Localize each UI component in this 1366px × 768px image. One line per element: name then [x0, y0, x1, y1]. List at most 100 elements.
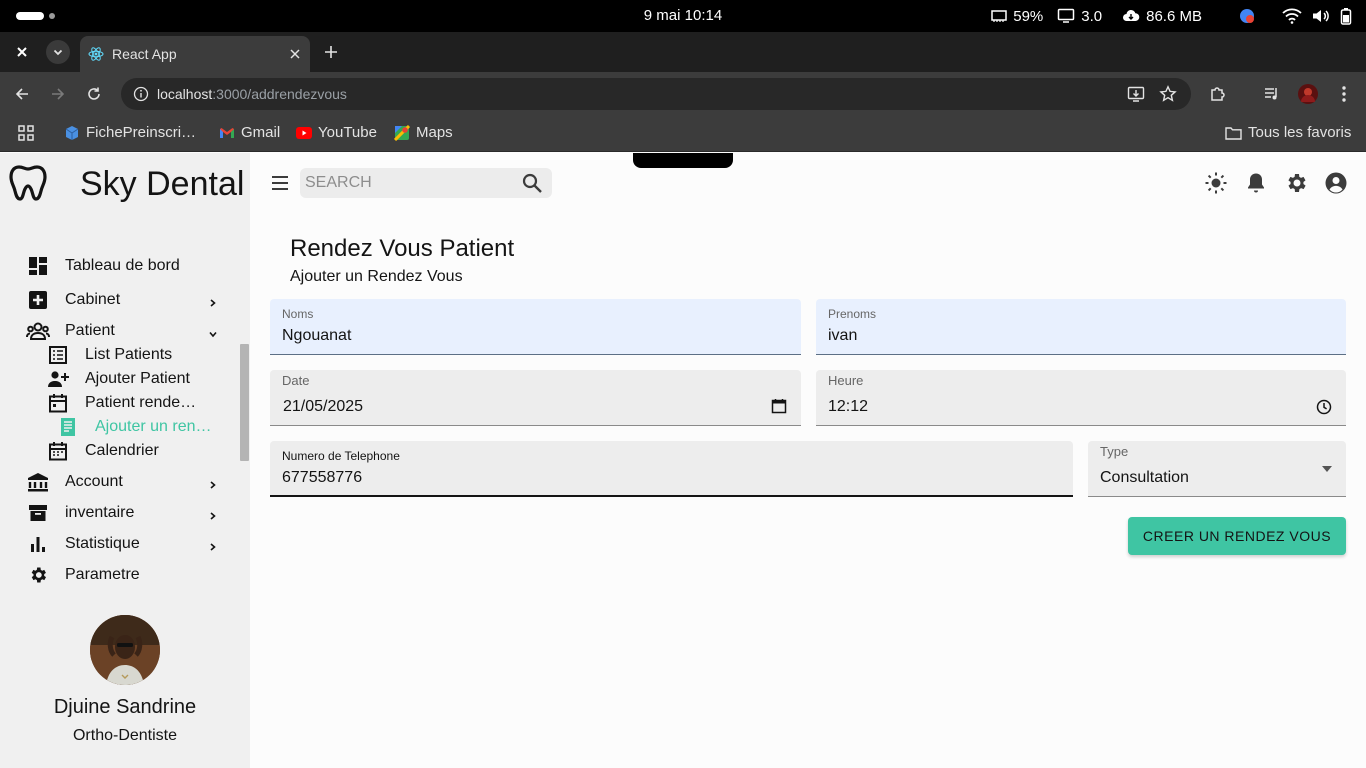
sidebar-item-label: Patient [65, 322, 115, 339]
user-avatar[interactable] [90, 615, 160, 685]
browser-toolbar: localhost:3000/addrendezvous [0, 72, 1366, 116]
clock-icon[interactable] [1316, 399, 1332, 415]
url-text[interactable]: localhost:3000/addrendezvous [157, 86, 347, 102]
install-app-icon[interactable] [1127, 85, 1145, 103]
apps-grid-icon[interactable] [18, 125, 34, 141]
monitor-icon [1058, 8, 1075, 23]
battery-percent: 59% [1013, 7, 1044, 25]
address-bar[interactable]: localhost:3000/addrendezvous [121, 78, 1191, 110]
all-bookmarks-folder[interactable]: Tous les favoris [1225, 124, 1351, 141]
list-icon [46, 343, 70, 367]
hamburger-menu-icon[interactable] [269, 172, 291, 194]
bank-icon [26, 470, 50, 494]
os-status-bar: 9 mai 10:14 59% 3.0 86.6 MB [0, 0, 1366, 32]
sidebar-item-patient-rdv[interactable]: Patient rende… [46, 391, 196, 415]
forward-icon[interactable] [46, 82, 70, 106]
extensions-icon[interactable] [1206, 82, 1230, 106]
heure-value[interactable]: 12:12 [828, 398, 868, 416]
gear-icon[interactable] [1284, 171, 1308, 195]
person-add-icon [46, 367, 70, 391]
memory-usage: 86.6 MB [1146, 7, 1202, 25]
profile-avatar-icon[interactable] [1296, 82, 1320, 106]
all-bookmarks-label: Tous les favoris [1248, 124, 1352, 141]
bell-icon[interactable] [1244, 171, 1268, 195]
prenoms-label: Prenoms [828, 307, 877, 321]
sidebar-item-dashboard[interactable]: Tableau de bord [26, 254, 180, 278]
telephone-value[interactable]: 677558776 [282, 469, 362, 487]
sidebar-item-label: Patient rende… [85, 394, 197, 411]
sidebar-item-label: Ajouter Patient [85, 370, 190, 387]
prenoms-value[interactable]: ivan [828, 327, 857, 345]
bookmark-label: Maps [416, 124, 453, 141]
chevron-right-icon [210, 299, 216, 307]
heure-label: Heure [828, 373, 864, 388]
volume-icon [1313, 10, 1329, 22]
sidebar-item-list-patients[interactable]: List Patients [46, 343, 172, 367]
sidebar-item-patient[interactable]: Patient [26, 319, 115, 343]
bookmark-maps[interactable]: Maps [394, 124, 453, 141]
prenoms-field[interactable]: Prenoms ivan [816, 299, 1346, 355]
sidebar-item-inventaire[interactable]: inventaire [26, 501, 134, 525]
cloud-download-icon [1123, 9, 1140, 21]
sidebar-item-parametre[interactable]: Parametre [26, 563, 140, 587]
date-field[interactable]: Date 21/05/2025 [270, 370, 801, 426]
sidebar-item-label: Calendrier [85, 442, 159, 459]
reload-icon[interactable] [82, 82, 106, 106]
bookmark-label: YouTube [318, 124, 377, 141]
search-field[interactable] [300, 168, 552, 198]
site-info-icon[interactable] [133, 86, 149, 102]
sidebar-item-cabinet[interactable]: Cabinet [26, 288, 120, 312]
light-mode-icon[interactable] [1204, 171, 1228, 195]
noms-label: Noms [282, 307, 314, 321]
dropdown-arrow-icon[interactable] [1322, 466, 1332, 472]
bookmark-star-icon[interactable] [1159, 85, 1177, 103]
sidebar-item-label: Parametre [65, 566, 140, 583]
noms-field[interactable]: Noms Ngouanat [270, 299, 801, 355]
sidebar-item-label: Statistique [65, 535, 140, 552]
bookmark-label: Gmail [241, 124, 281, 141]
back-icon[interactable] [10, 82, 34, 106]
battery-icon [1340, 8, 1352, 25]
wifi-icon [1282, 8, 1302, 24]
close-window-icon[interactable] [10, 40, 34, 64]
telephone-label: Numero de Telephone [282, 449, 400, 463]
archive-icon [26, 501, 50, 525]
create-rendezvous-button[interactable]: CREER UN RENDEZ VOUS [1128, 517, 1346, 555]
noms-value[interactable]: Ngouanat [282, 327, 351, 345]
browser-menu-icon[interactable] [1332, 82, 1356, 106]
os-status-area[interactable]: 59% 3.0 86.6 MB [991, 6, 1352, 26]
telephone-field[interactable]: Numero de Telephone 677558776 [270, 441, 1073, 497]
sidebar-scrollbar[interactable] [240, 344, 249, 461]
bookmark-fichepreinscri[interactable]: FichePreinscri… [64, 124, 196, 141]
chrome-notification-icon [1240, 9, 1254, 23]
page-subtitle: Ajouter un Rendez Vous [290, 268, 463, 285]
box-icon [65, 125, 79, 140]
close-tab-icon[interactable] [290, 49, 300, 59]
search-input[interactable] [305, 168, 515, 198]
cpu-load: 3.0 [1081, 7, 1103, 25]
sidebar-item-calendar[interactable]: Calendrier [46, 439, 159, 463]
youtube-icon [296, 126, 312, 139]
search-icon[interactable] [521, 172, 543, 194]
bookmark-youtube[interactable]: YouTube [296, 124, 377, 141]
media-control-icon[interactable] [1260, 82, 1284, 106]
sidebar-item-label: Tableau de bord [65, 257, 180, 274]
bookmarks-bar: FichePreinscri… Gmail YouTube Maps Tous … [0, 116, 1366, 152]
tab-react-app[interactable]: React App [80, 36, 310, 72]
account-circle-icon[interactable] [1324, 171, 1348, 195]
heure-field[interactable]: Heure 12:12 [816, 370, 1346, 426]
tab-search-dropdown-icon[interactable] [46, 40, 70, 64]
bookmark-label: FichePreinscri… [86, 124, 197, 141]
brand-name[interactable]: Sky Dental [80, 165, 244, 204]
calendar-picker-icon[interactable] [771, 398, 787, 414]
bookmark-gmail[interactable]: Gmail [219, 124, 280, 141]
sidebar-item-add-rdv[interactable]: Ajouter un ren… [56, 415, 212, 439]
sidebar-item-statistique[interactable]: Statistique [26, 532, 140, 556]
type-value: Consultation [1100, 469, 1189, 486]
sidebar-item-add-patient[interactable]: Ajouter Patient [46, 367, 190, 391]
calendar-icon [46, 391, 70, 415]
sidebar-item-account[interactable]: Account [26, 470, 123, 494]
date-value[interactable]: 21/05/2025 [283, 398, 363, 416]
new-tab-icon[interactable] [319, 40, 343, 64]
type-select[interactable]: Type Consultation [1088, 441, 1346, 497]
